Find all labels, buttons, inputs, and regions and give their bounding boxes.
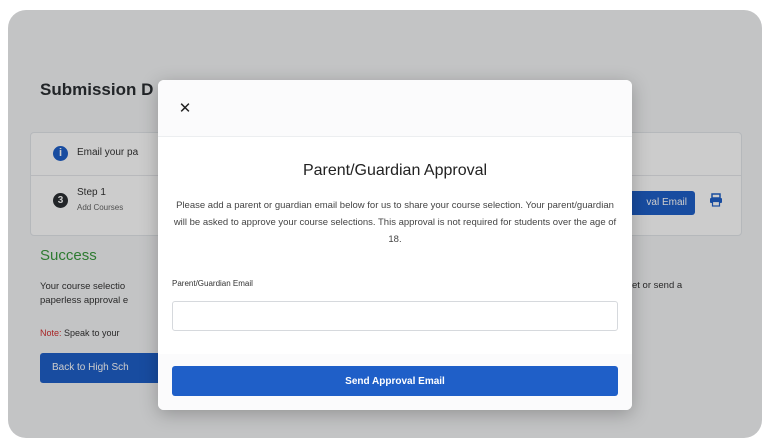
modal-title: Parent/Guardian Approval: [302, 162, 488, 179]
modal-description: Please add a parent or guardian email be…: [173, 200, 617, 245]
parent-approval-modal: ✕ Parent/Guardian Approval Please add a …: [158, 80, 632, 410]
email-field-label: Parent/Guardian Email: [172, 279, 253, 288]
close-icon[interactable]: ✕: [176, 100, 194, 118]
send-approval-email-button[interactable]: Send Approval Email: [172, 366, 618, 396]
app-frame: Submission D i Email your pa 3 Step 1 Ad…: [8, 10, 762, 438]
parent-email-field[interactable]: [172, 301, 618, 331]
modal-header: ✕: [158, 80, 632, 137]
modal-footer: Send Approval Email: [158, 354, 632, 410]
